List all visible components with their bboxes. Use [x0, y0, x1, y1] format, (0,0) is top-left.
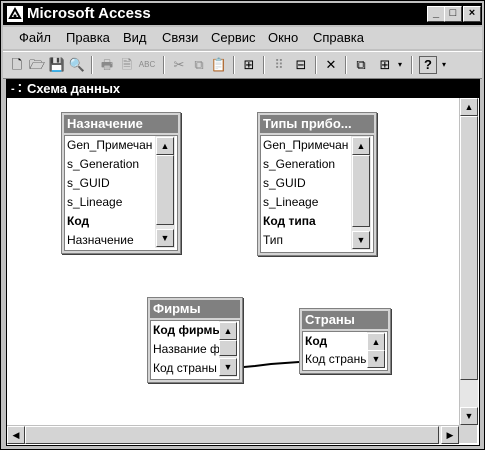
- field-item[interactable]: Назначение: [67, 231, 134, 250]
- relationships-title-bar[interactable]: - ⁚ Схема данных: [7, 80, 479, 98]
- scroll-up-icon[interactable]: ▲: [156, 137, 174, 155]
- field-item[interactable]: s_Generation: [67, 155, 139, 174]
- new-object-icon[interactable]: ⊞: [375, 55, 395, 75]
- toolbar-separator: [233, 56, 235, 74]
- field-list-scrollbar[interactable]: ▲ ▼: [367, 332, 385, 368]
- vertical-scrollbar[interactable]: ▲ ▼: [459, 98, 478, 425]
- main-window: Microsoft Access _ □ × Файл Правка Вид С…: [0, 0, 485, 450]
- toolbar-separator: [163, 56, 165, 74]
- field-item[interactable]: Gen_Примечан: [263, 136, 348, 155]
- table-title[interactable]: Назначение: [64, 115, 178, 133]
- scroll-up-icon[interactable]: ▲: [367, 333, 385, 351]
- toolbar: 🗋 🗁 💾 🔍 🖶 🗎 ABC ✂ ⧉ 📋 ⊞ ⠿ ⊟ ✕ ⧉ ⊞ ▾ ? ▾: [3, 51, 482, 79]
- field-list-scrollbar[interactable]: ▲ ▼: [219, 321, 237, 377]
- field-item[interactable]: s_Lineage: [67, 193, 122, 212]
- menu-window[interactable]: Окно: [268, 30, 298, 46]
- menu-bar: Файл Правка Вид Связи Сервис Окно Справк…: [3, 27, 482, 49]
- menu-edit[interactable]: Правка: [66, 30, 110, 46]
- field-list: Код Код страны ▲ ▼: [302, 331, 388, 371]
- scroll-left-icon[interactable]: ◀: [7, 426, 25, 444]
- field-list: Код фирмы Название ф Код страны ▲ ▼: [150, 320, 240, 380]
- cut-icon[interactable]: ✂: [169, 55, 189, 75]
- field-item[interactable]: Название ф: [153, 340, 221, 359]
- save-icon[interactable]: 💾: [47, 55, 67, 75]
- field-item[interactable]: Gen_Примечан: [67, 136, 152, 155]
- field-item[interactable]: Код страны: [153, 359, 221, 378]
- primary-key-field[interactable]: Код: [305, 332, 371, 351]
- field-item[interactable]: s_GUID: [263, 174, 306, 193]
- close-button[interactable]: ×: [463, 6, 481, 22]
- field-list-scrollbar[interactable]: ▲ ▼: [155, 136, 175, 248]
- field-list: Gen_Примечан s_Generation s_GUID s_Linea…: [260, 135, 374, 253]
- menu-tools[interactable]: Сервис: [211, 30, 256, 46]
- table-title[interactable]: Типы прибо...: [260, 115, 374, 133]
- primary-key-field[interactable]: Код типа: [263, 212, 316, 231]
- toolbar-separator: [263, 56, 265, 74]
- direct-relationships-icon[interactable]: ⠿: [269, 55, 289, 75]
- all-relationships-icon[interactable]: ⊟: [291, 55, 311, 75]
- scroll-thumb[interactable]: [460, 116, 478, 380]
- help-icon[interactable]: ?: [419, 56, 437, 74]
- scroll-down-icon[interactable]: ▼: [460, 407, 478, 425]
- scroll-down-icon[interactable]: ▼: [219, 358, 237, 376]
- scroll-corner: [459, 425, 477, 443]
- scroll-thumb[interactable]: [219, 340, 237, 356]
- toolbar-separator: [315, 56, 317, 74]
- scroll-down-icon[interactable]: ▼: [352, 231, 370, 249]
- scroll-right-icon[interactable]: ▶: [441, 426, 459, 444]
- primary-key-field[interactable]: Код: [67, 212, 89, 231]
- field-item[interactable]: s_Lineage: [263, 193, 318, 212]
- field-item[interactable]: Тип: [263, 231, 283, 250]
- menu-help[interactable]: Справка: [313, 30, 364, 46]
- app-title: Microsoft Access: [27, 5, 151, 22]
- menu-view[interactable]: Вид: [123, 30, 147, 46]
- new-document-icon[interactable]: 🗋: [7, 55, 27, 75]
- scroll-down-icon[interactable]: ▼: [367, 350, 385, 368]
- scroll-up-icon[interactable]: ▲: [460, 98, 478, 116]
- menu-file[interactable]: Файл: [19, 30, 51, 46]
- copy-icon[interactable]: ⧉: [189, 55, 209, 75]
- toolbar-separator: [91, 56, 93, 74]
- toolbar-separator: [345, 56, 347, 74]
- menu-relationships[interactable]: Связи: [162, 30, 198, 46]
- field-list-scrollbar[interactable]: ▲ ▼: [351, 136, 371, 250]
- database-window-icon[interactable]: ⧉: [351, 55, 371, 75]
- table-device-types[interactable]: Типы прибо... Gen_Примечан s_Generation …: [257, 112, 377, 256]
- preview-icon[interactable]: 🗎: [117, 55, 137, 75]
- table-firms[interactable]: Фирмы Код фирмы Название ф Код страны ▲ …: [147, 297, 243, 383]
- scroll-up-icon[interactable]: ▲: [219, 322, 237, 340]
- field-list: Gen_Примечан s_Generation s_GUID s_Linea…: [64, 135, 178, 251]
- table-naznachenie[interactable]: Назначение Gen_Примечан s_Generation s_G…: [61, 112, 181, 254]
- spelling-icon[interactable]: ABC: [137, 55, 157, 75]
- access-key-icon: [7, 6, 23, 22]
- new-object-dropdown-icon[interactable]: ▾: [395, 55, 405, 75]
- delete-icon[interactable]: ✕: [321, 55, 341, 75]
- minimize-button[interactable]: _: [427, 6, 445, 22]
- scroll-thumb[interactable]: [352, 155, 370, 227]
- table-title[interactable]: Фирмы: [150, 300, 240, 318]
- print-icon[interactable]: 🖶: [97, 55, 117, 75]
- table-countries[interactable]: Страны Код Код страны ▲ ▼: [299, 308, 391, 374]
- table-title[interactable]: Страны: [302, 311, 388, 329]
- scroll-down-icon[interactable]: ▼: [156, 229, 174, 247]
- paste-icon[interactable]: 📋: [209, 55, 229, 75]
- field-item[interactable]: s_GUID: [67, 174, 110, 193]
- open-folder-icon[interactable]: 🗁: [27, 55, 47, 75]
- print-preview-icon[interactable]: 🔍: [67, 55, 87, 75]
- relationships-window: - ⁚ Схема данных Назначение Gen_Примечан…: [6, 79, 480, 446]
- relationships-title: Схема данных: [27, 81, 121, 96]
- horizontal-scrollbar[interactable]: ◀ ▶: [7, 425, 459, 444]
- scroll-thumb[interactable]: [156, 155, 174, 225]
- title-bar[interactable]: Microsoft Access _ □ ×: [3, 3, 482, 25]
- maximize-button[interactable]: □: [444, 6, 462, 22]
- relationships-window-icon[interactable]: - ⁚: [11, 83, 22, 95]
- help-dropdown-icon[interactable]: ▾: [439, 55, 449, 75]
- primary-key-field[interactable]: Код фирмы: [153, 321, 221, 340]
- show-table-icon[interactable]: ⊞: [239, 55, 259, 75]
- field-item[interactable]: s_Generation: [263, 155, 335, 174]
- field-item[interactable]: Код страны: [305, 350, 371, 369]
- toolbar-separator: [411, 56, 413, 74]
- scroll-thumb[interactable]: [25, 426, 439, 444]
- scroll-up-icon[interactable]: ▲: [352, 137, 370, 155]
